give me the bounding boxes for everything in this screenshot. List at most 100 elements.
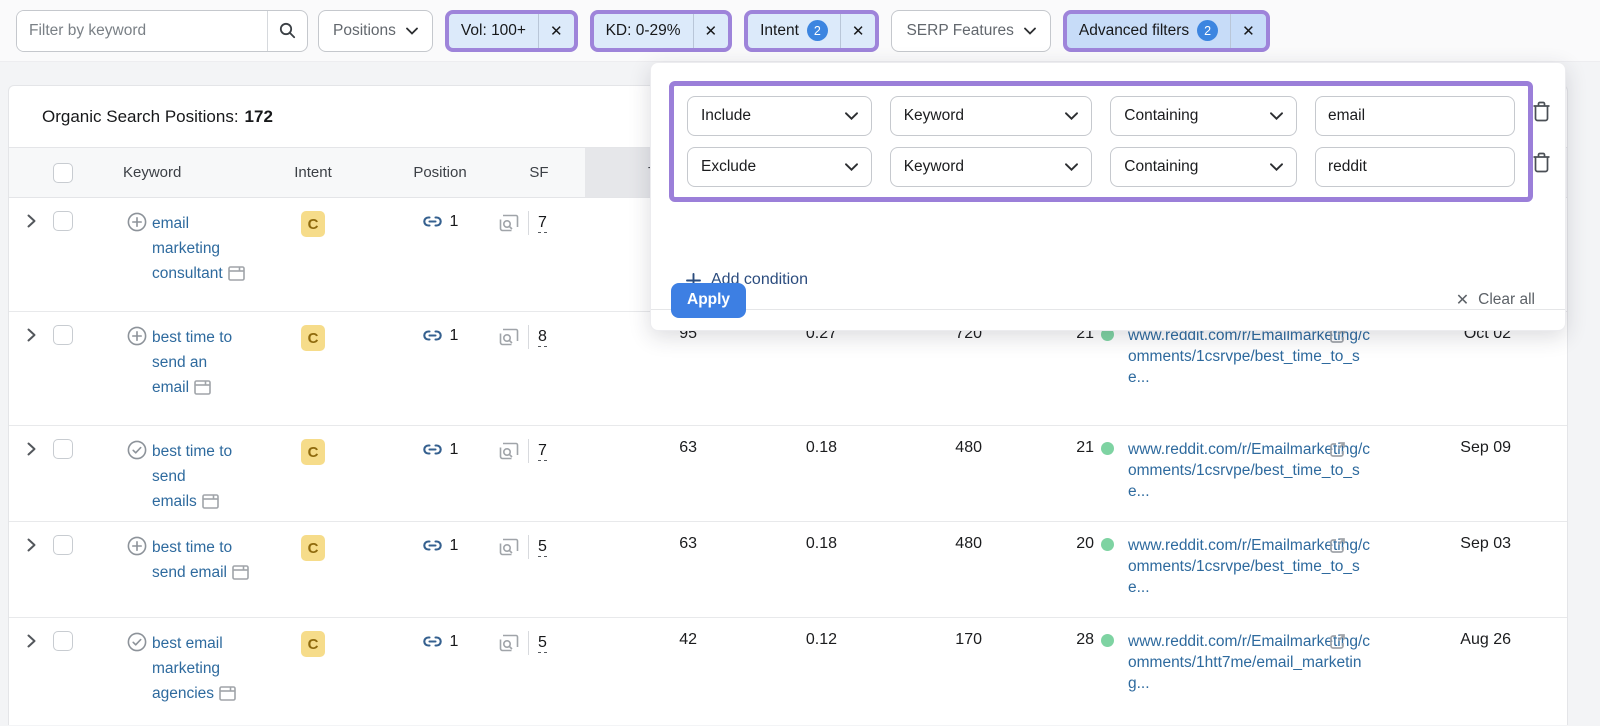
keyword-link[interactable]: best time to send an email [152,325,254,400]
serp-snapshot-icon[interactable] [219,686,236,701]
sf-count-link[interactable]: 7 [538,214,547,233]
col-header-sf[interactable]: SF [493,164,585,181]
row-checkbox[interactable] [53,325,73,345]
landing-page-icon[interactable] [499,538,519,556]
external-link-icon[interactable] [1329,441,1346,458]
keyword-link[interactable]: email marketing consultant [152,211,254,286]
chevron-down-icon [1270,112,1283,120]
keyword-link[interactable]: best time to send email [152,535,254,585]
sf-count-link[interactable]: 7 [538,442,547,461]
clear-all-button[interactable]: ✕ Clear all [1456,290,1535,310]
condition-value-input[interactable] [1315,96,1515,136]
positions-dropdown[interactable]: Positions [318,10,433,52]
expand-chevron-icon[interactable] [27,538,36,552]
landing-page-icon[interactable] [499,214,519,232]
landing-page-icon[interactable] [499,328,519,346]
keyword-link[interactable]: best time to send emails [152,439,254,514]
intent-badge-commercial[interactable]: C [301,535,325,561]
kd-filter-chip[interactable]: KD: 0-29% ✕ [590,10,733,52]
expand-chevron-icon[interactable] [27,214,36,228]
serp-snapshot-icon[interactable] [202,494,219,509]
serp-snapshot-icon[interactable] [228,266,245,281]
position-value: 1 [450,213,459,231]
traffic-value: 42 [585,631,697,649]
volume-filter-remove-icon[interactable]: ✕ [538,14,574,48]
kd-difficulty-dot [1101,538,1114,551]
kd-filter-remove-icon[interactable]: ✕ [693,14,729,48]
condition-row: Include Keyword Containing [687,96,1515,136]
condition-operator-select[interactable]: Containing [1110,147,1297,187]
row-checkbox[interactable] [53,631,73,651]
serp-snapshot-icon[interactable] [232,565,249,580]
advanced-filters-label: Advanced filters [1079,22,1189,40]
position-value: 1 [450,537,459,555]
circle-check-icon[interactable] [127,440,147,514]
page-title: Organic Search Positions: [42,107,239,127]
apply-button[interactable]: Apply [671,283,746,318]
chevron-down-icon [845,163,858,171]
circle-plus-icon[interactable] [127,212,147,286]
circle-plus-icon[interactable] [127,536,147,585]
landing-page-icon[interactable] [499,442,519,460]
condition-row: Exclude Keyword Containing [687,147,1515,187]
delete-condition-icon[interactable] [1532,152,1551,173]
sf-count-link[interactable]: 5 [538,634,547,653]
advanced-filters-chip[interactable]: Advanced filters 2 ✕ [1063,10,1270,52]
row-checkbox[interactable] [53,211,73,231]
select-all-checkbox[interactable] [53,163,73,183]
traffic-value: 63 [585,439,697,457]
kd-value: 28 [1076,631,1094,649]
circle-check-icon[interactable] [127,632,147,706]
condition-mode-select[interactable]: Include [687,96,872,136]
chevron-down-icon [845,112,858,120]
row-checkbox[interactable] [53,535,73,555]
intent-badge-commercial[interactable]: C [301,325,325,351]
landing-page-icon[interactable] [499,634,519,652]
col-header-keyword[interactable]: Keyword [91,164,259,181]
external-link-icon[interactable] [1329,633,1346,650]
traffic-ratio-value: 0.18 [697,439,837,457]
col-header-position[interactable]: Position [367,164,493,181]
col-header-intent[interactable]: Intent [259,164,367,181]
sf-count-link[interactable]: 5 [538,538,547,557]
keyword-filter-search[interactable] [16,10,308,52]
condition-field-select[interactable]: Keyword [890,147,1093,187]
serp-snapshot-icon[interactable] [194,380,211,395]
advanced-filters-remove-icon[interactable]: ✕ [1230,14,1266,48]
external-link-icon[interactable] [1329,537,1346,554]
intent-filter-label: Intent [760,22,799,40]
last-update-date: Sep 03 [1374,535,1567,553]
conditions-highlight-box: Include Keyword Containing Exclude Keywo… [669,81,1533,202]
condition-mode-select[interactable]: Exclude [687,147,872,187]
condition-operator-select[interactable]: Containing [1110,96,1297,136]
row-checkbox[interactable] [53,439,73,459]
search-button[interactable] [267,11,307,51]
intent-badge-commercial[interactable]: C [301,211,325,237]
condition-field-select[interactable]: Keyword [890,96,1093,136]
kd-difficulty-dot [1101,442,1114,455]
intent-filter-chip[interactable]: Intent 2 ✕ [744,10,879,52]
kd-filter-label: KD: 0-29% [594,14,693,48]
expand-chevron-icon[interactable] [27,328,36,342]
intent-filter-remove-icon[interactable]: ✕ [840,14,876,48]
volume-filter-label: Vol: 100+ [449,14,538,48]
position-link-icon [422,631,443,652]
expand-chevron-icon[interactable] [27,634,36,648]
position-value: 1 [450,441,459,459]
kd-difficulty-dot [1101,634,1114,647]
position-value: 1 [450,633,459,651]
circle-plus-icon[interactable] [127,326,147,400]
expand-chevron-icon[interactable] [27,442,36,456]
sf-count-link[interactable]: 8 [538,328,547,347]
search-input[interactable] [17,11,267,51]
table-row: best time to send email C 1 5 63 0.18 48… [9,522,1567,618]
intent-badge-commercial[interactable]: C [301,439,325,465]
keyword-link[interactable]: best email marketing agencies [152,631,254,706]
delete-condition-icon[interactable] [1532,101,1551,122]
volume-filter-chip[interactable]: Vol: 100+ ✕ [445,10,578,52]
intent-badge-commercial[interactable]: C [301,631,325,657]
position-value: 1 [450,327,459,345]
condition-value-input[interactable] [1315,147,1515,187]
intent-filter-count-badge: 2 [807,20,828,41]
serp-features-dropdown[interactable]: SERP Features [891,10,1050,52]
